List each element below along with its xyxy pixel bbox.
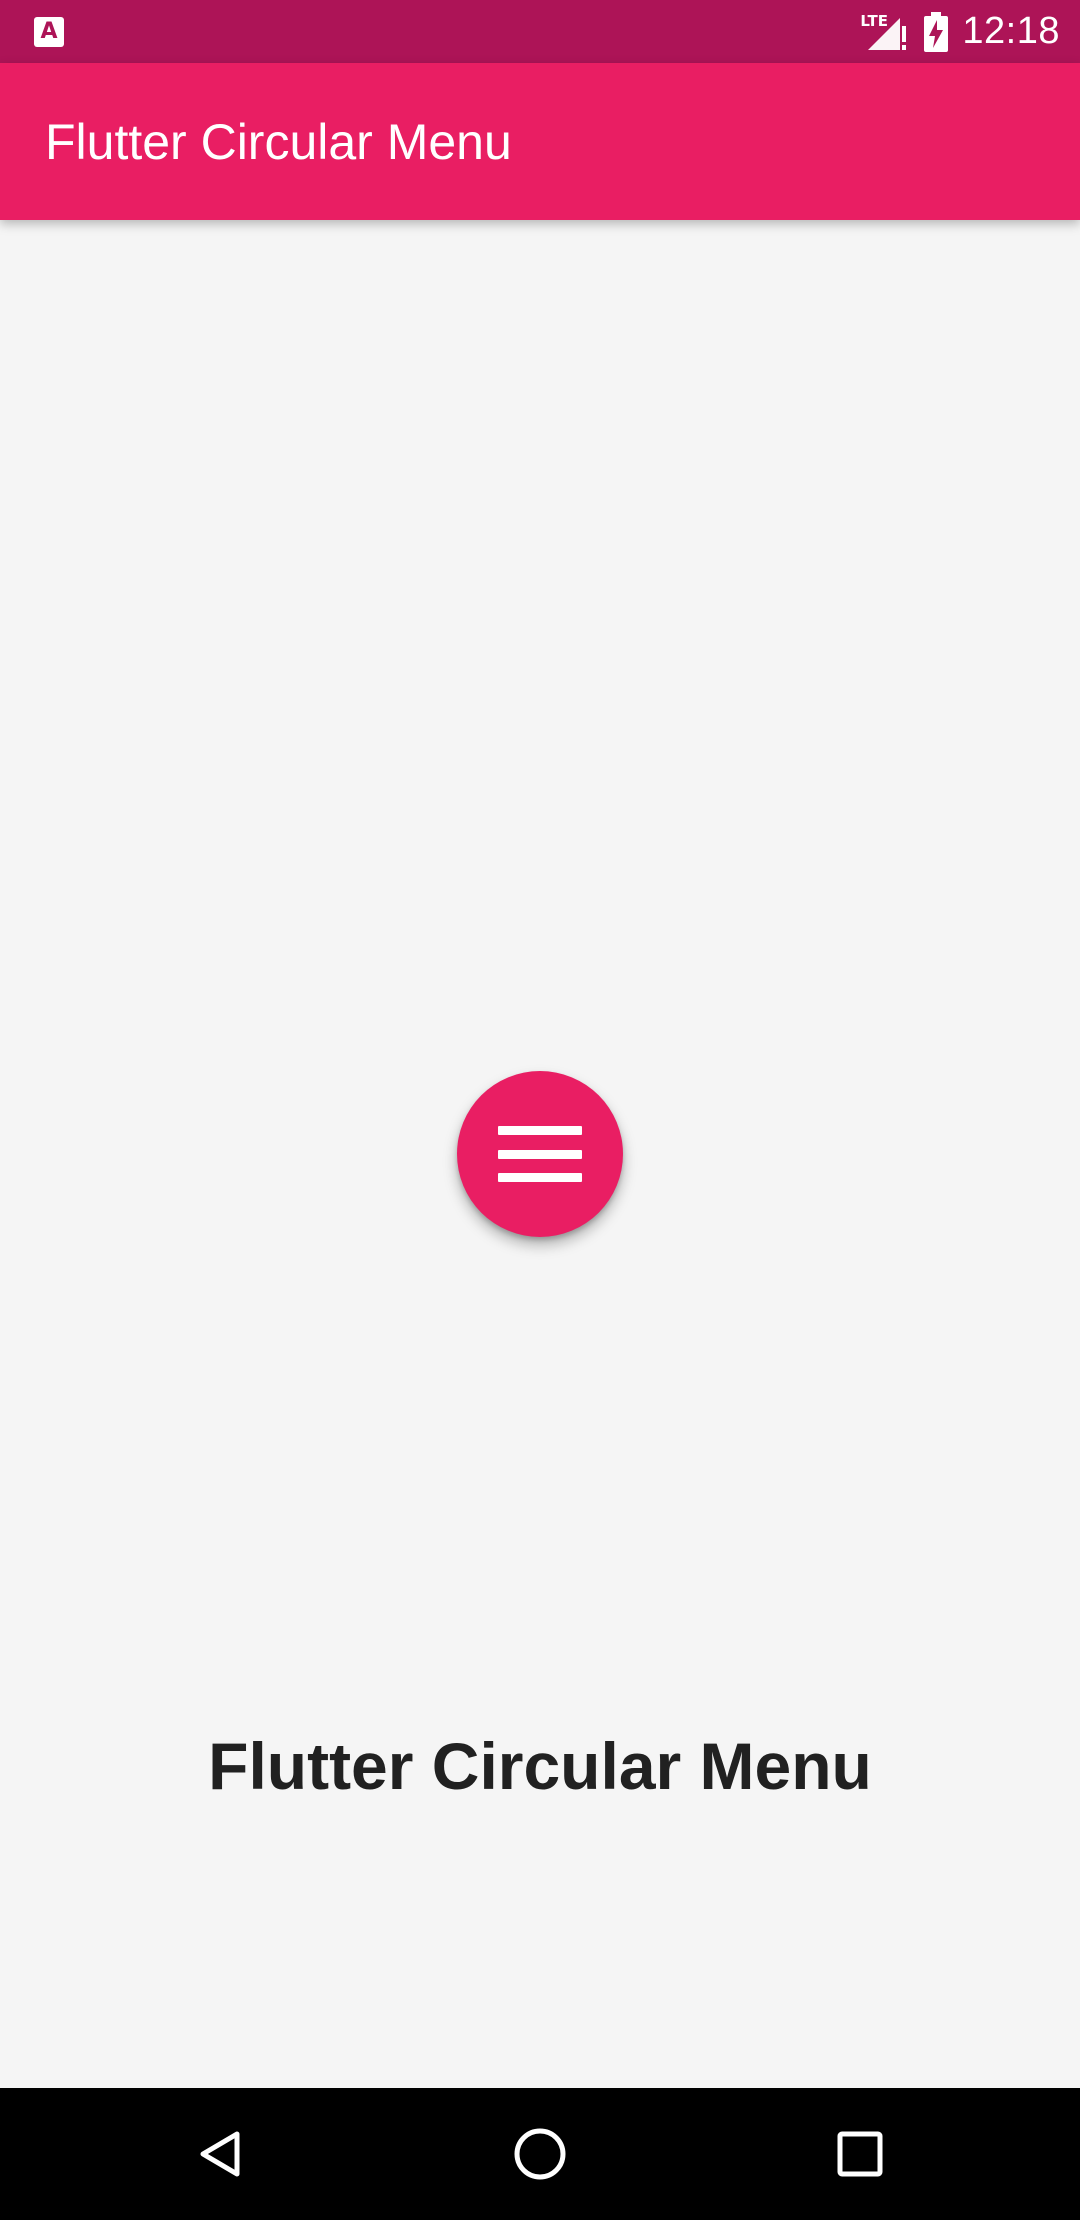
battery-charging-icon [924,11,949,52]
a-notification-icon: A [34,17,64,47]
menu-icon-bar [498,1173,582,1182]
menu-icon-bar [498,1149,582,1159]
status-icons: LTE 12:18 [860,0,1060,63]
app-bar-title: Flutter Circular Menu [45,113,512,170]
back-button[interactable] [161,2088,281,2220]
back-icon [200,2131,240,2177]
home-button[interactable] [480,2088,600,2220]
page-title: Flutter Circular Menu [208,1729,872,1803]
menu-icon [498,1126,582,1182]
circular-menu-button[interactable] [457,1071,623,1237]
status-time: 12:18 [962,10,1060,52]
network-type-label: LTE [860,11,888,30]
app-bar: Flutter Circular Menu [0,63,1080,220]
signal-icon: LTE [860,10,910,54]
main-content: Flutter Circular Menu [0,220,1080,2088]
menu-icon-bar [498,1126,582,1135]
navigation-bar [0,2088,1080,2220]
status-bar: A LTE 12:18 [0,0,1080,63]
home-icon [514,2128,566,2180]
recents-button[interactable] [800,2088,920,2220]
recents-icon [837,2131,883,2177]
screen: A LTE 12:18 Flutter Circular Menu Flutte… [0,0,1080,2220]
notification-icon-glyph: A [40,19,58,44]
